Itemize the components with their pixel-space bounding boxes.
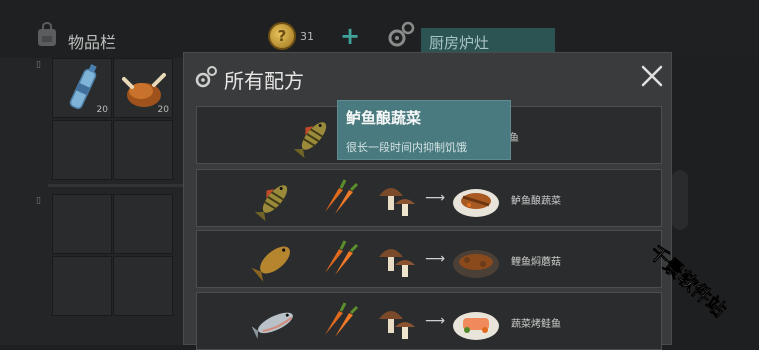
backpack-icon (38, 22, 56, 46)
carp-fish-icon (252, 246, 290, 282)
inventory-slot-water[interactable]: 20 (52, 58, 112, 118)
recipe-tooltip: 鲈鱼酿蔬菜 很长一段时间内抑制饥饿 (337, 100, 511, 160)
perch-fish-icon (254, 185, 288, 222)
mushroom-icon (379, 188, 415, 216)
slot-quantity: 20 (96, 105, 108, 115)
recipe-result-name: 鲤鱼焖蘑菇 (511, 257, 561, 268)
inventory-panel: ▯ ▯ 20 20 (0, 58, 185, 345)
perch-fish-icon (293, 122, 327, 159)
recipe-result-name: 蔬菜烤鲑鱼 (511, 319, 561, 330)
watermark: 千景软件站 (644, 240, 731, 322)
inventory-slot-empty[interactable] (52, 120, 112, 180)
mushroom-icon (379, 311, 415, 339)
carp-mushroom-dish-icon (453, 250, 499, 278)
salmon-vegetable-dish-icon (453, 312, 499, 340)
mushroom-icon (379, 249, 415, 277)
recipe-arrow: ⟶ (425, 251, 446, 267)
modal-title: 所有配方 (224, 69, 304, 93)
carrot-icon (325, 240, 359, 275)
background-scroll-handle[interactable] (672, 170, 688, 230)
recipe-result-name: 鲈鱼酿蔬菜 (511, 196, 561, 207)
recipe-row[interactable]: ⟶ 蔬菜烤鲑鱼 (196, 292, 662, 350)
modal-header: 所有配方 (184, 53, 673, 101)
carrot-icon (325, 302, 359, 337)
coin-icon: ? (268, 22, 296, 50)
gears-icon (195, 66, 217, 88)
inventory-divider (48, 184, 185, 187)
inventory-slot-empty[interactable] (113, 256, 173, 316)
inventory-slot-empty[interactable] (52, 256, 112, 316)
recipe-row[interactable]: ⟶ 鲈鱼酿蔬菜 (196, 169, 662, 227)
add-coins-button[interactable]: + (340, 22, 360, 50)
recipe-arrow: ⟶ (425, 313, 446, 329)
recipe-arrow: ⟶ (425, 190, 446, 206)
watermark-text: 千景软件站 (645, 241, 731, 322)
side-tab-marker-2: ▯ (36, 196, 41, 206)
salmon-fish-icon (252, 312, 293, 339)
carrot-icon (325, 179, 359, 214)
slot-quantity: 20 (157, 105, 169, 115)
tooltip-description: 很长一段时间内抑制饥饿 (346, 141, 467, 154)
coin-count: 31 (300, 30, 314, 43)
inventory-slot-empty[interactable] (52, 194, 112, 254)
inventory-slot-empty[interactable] (113, 194, 173, 254)
top-bar: 物品栏 ? 31 + 厨房炉灶 (0, 0, 759, 58)
stuffed-perch-dish-icon (453, 189, 499, 217)
coin-glyph: ? (277, 27, 287, 45)
recipe-row[interactable]: ⟶ 鲤鱼焖蘑菇 (196, 230, 662, 288)
tooltip-title: 鲈鱼酿蔬菜 (346, 109, 422, 127)
crafting-gears-icon (388, 21, 415, 47)
side-tab-marker: ▯ (36, 60, 41, 70)
close-icon[interactable] (640, 64, 664, 88)
inventory-title: 物品栏 (68, 33, 117, 52)
recipes-modal: 所有配方 鱼 ⟶ 鲈鱼酿蔬菜 ⟶ 鲤鱼焖蘑菇 ⟶ 蔬菜烤鲑鱼 (183, 52, 673, 350)
station-name-field[interactable]: 厨房炉灶 (421, 28, 555, 53)
inventory-slot-chicken[interactable]: 20 (113, 58, 173, 118)
inventory-slot-empty[interactable] (113, 120, 173, 180)
